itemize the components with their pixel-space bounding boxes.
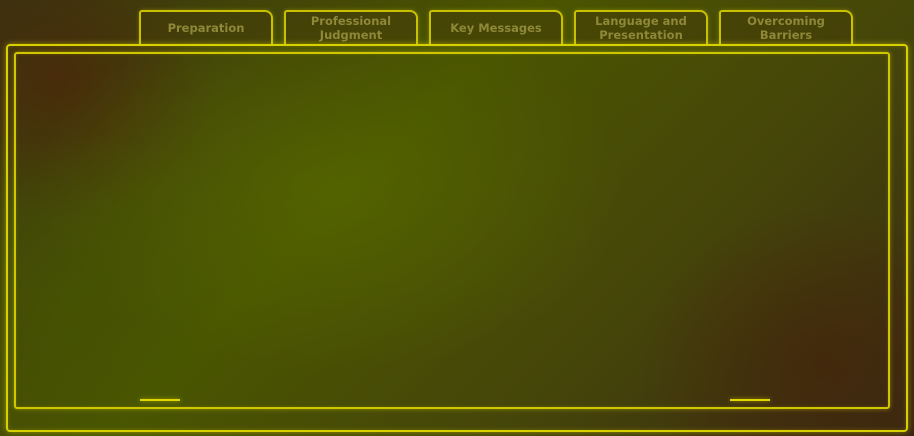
tab-professional-judgment[interactable]: Professional Judgment: [284, 10, 418, 44]
tab-label: Key Messages: [450, 21, 542, 35]
app-stage: Preparation Professional Judgment Key Me…: [0, 0, 914, 436]
tab-key-messages[interactable]: Key Messages: [429, 10, 563, 44]
tab-label: Preparation: [167, 21, 245, 35]
tab-bar: Preparation Professional Judgment Key Me…: [139, 10, 853, 46]
tab-label: Professional Judgment: [310, 14, 392, 42]
bottom-left-accent: [140, 399, 180, 401]
tab-overcoming-barriers[interactable]: Overcoming Barriers: [719, 10, 853, 44]
tab-label: Overcoming Barriers: [747, 14, 825, 42]
bottom-right-accent: [730, 399, 770, 401]
tab-label: Language and Presentation: [595, 14, 687, 42]
tab-preparation[interactable]: Preparation: [139, 10, 273, 44]
tab-language-and-presentation[interactable]: Language and Presentation: [574, 10, 708, 44]
content-panel: [20, 58, 884, 403]
